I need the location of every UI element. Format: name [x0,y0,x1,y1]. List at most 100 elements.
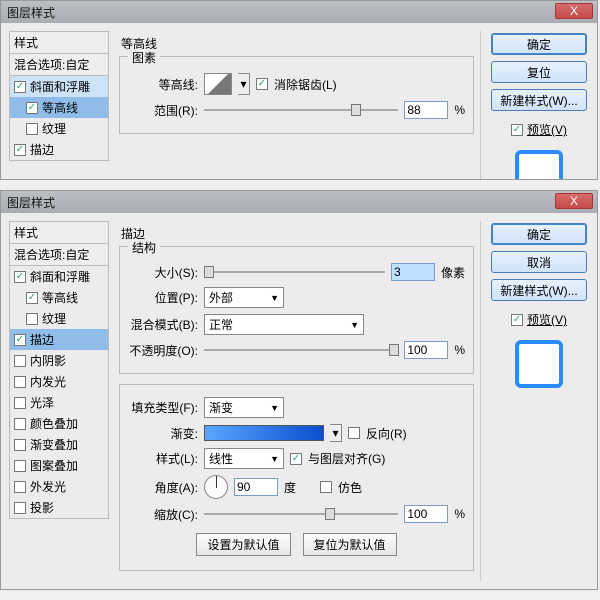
style-item[interactable]: 内发光 [10,371,108,392]
style-checkbox[interactable] [14,481,26,493]
preview-checkbox[interactable] [511,314,523,326]
size-value[interactable]: 3 [391,263,435,281]
style-item[interactable]: 等高线 [10,287,108,308]
panel-title: 等高线 [117,35,476,52]
style-item[interactable]: 光泽 [10,392,108,413]
style-checkbox[interactable] [26,123,38,135]
align-layer-checkbox[interactable] [290,453,302,465]
style-label: 等高线 [42,99,78,116]
style-checkbox[interactable] [14,144,26,156]
titlebar: 图层样式 X [1,191,597,213]
style-label: 样式(L): [128,450,198,467]
reverse-checkbox[interactable] [348,427,360,439]
gradient-swatch[interactable] [204,425,324,441]
style-label: 纹理 [42,120,66,137]
style-label: 光泽 [30,394,54,411]
style-checkbox[interactable] [14,334,26,346]
ok-button[interactable]: 确定 [491,223,587,245]
style-label: 渐变叠加 [30,436,78,453]
styles-header: 样式 [9,221,109,244]
angle-dial[interactable] [204,475,228,499]
position-label: 位置(P): [128,289,198,306]
ok-button[interactable]: 确定 [491,33,587,55]
titlebar: 图层样式 X [1,1,597,23]
opacity-value[interactable]: 100 [404,341,448,359]
elements-group: 图素 等高线: ▾ 消除锯齿(L) 范围(R): 88 % [119,56,474,134]
styles-panel: 样式 混合选项:自定 斜面和浮雕等高线纹理描边 [9,31,109,180]
style-item[interactable]: 投影 [10,497,108,518]
filltype-select[interactable]: 渐变▼ [204,397,284,418]
cancel-button[interactable]: 取消 [491,251,587,273]
style-checkbox[interactable] [14,418,26,430]
style-item[interactable]: 斜面和浮雕 [10,266,108,287]
blend-options[interactable]: 混合选项:自定 [9,54,109,76]
style-checkbox[interactable] [14,460,26,472]
style-checkbox[interactable] [26,313,38,325]
layer-style-window-top: 图层样式 X 样式 混合选项:自定 斜面和浮雕等高线纹理描边 等高线 图素 等高… [0,0,598,180]
style-item[interactable]: 渐变叠加 [10,434,108,455]
opacity-slider[interactable] [204,342,398,358]
style-item[interactable]: 纹理 [10,308,108,329]
size-label: 大小(S): [128,264,198,281]
style-checkbox[interactable] [14,81,26,93]
style-checkbox[interactable] [14,355,26,367]
styles-list: 斜面和浮雕等高线纹理描边内阴影内发光光泽颜色叠加渐变叠加图案叠加外发光投影 [9,266,109,519]
reset-button[interactable]: 复位 [491,61,587,83]
contour-label: 等高线: [128,76,198,93]
style-checkbox[interactable] [14,439,26,451]
style-item[interactable]: 斜面和浮雕 [10,76,108,97]
style-item[interactable]: 描边 [10,139,108,160]
scale-value[interactable]: 100 [404,505,448,523]
blend-options[interactable]: 混合选项:自定 [9,244,109,266]
percent-label: % [454,507,465,521]
style-item[interactable]: 描边 [10,329,108,350]
style-item[interactable]: 图案叠加 [10,455,108,476]
filltype-label: 填充类型(F): [128,399,198,416]
style-item[interactable]: 内阴影 [10,350,108,371]
style-label: 颜色叠加 [30,415,78,432]
blend-mode-select[interactable]: 正常▼ [204,314,364,335]
angle-label: 角度(A): [128,479,198,496]
style-checkbox[interactable] [26,102,38,114]
style-item[interactable]: 颜色叠加 [10,413,108,434]
contour-dropdown[interactable]: ▾ [238,73,250,95]
range-slider[interactable] [204,102,398,118]
antialias-checkbox[interactable] [256,78,268,90]
set-default-button[interactable]: 设置为默认值 [196,533,290,556]
style-label: 外发光 [30,478,66,495]
style-label: 投影 [30,499,54,516]
range-value[interactable]: 88 [404,101,448,119]
scale-slider[interactable] [204,506,398,522]
angle-value[interactable]: 90 [234,478,278,496]
style-label: 内发光 [30,373,66,390]
preview-checkbox[interactable] [511,124,523,136]
new-style-button[interactable]: 新建样式(W)... [491,89,587,111]
style-item[interactable]: 纹理 [10,118,108,139]
style-checkbox[interactable] [14,271,26,283]
style-checkbox[interactable] [14,376,26,388]
preview-swatch [515,150,563,180]
structure-group: 结构 大小(S): 3 像素 位置(P): 外部▼ 混合模式(B): 正常▼ 不… [119,246,474,374]
style-checkbox[interactable] [14,397,26,409]
size-slider[interactable] [204,264,385,280]
position-select[interactable]: 外部▼ [204,287,284,308]
style-label: 内阴影 [30,352,66,369]
style-label: 描边 [30,331,54,348]
style-item[interactable]: 外发光 [10,476,108,497]
fill-group: 填充类型(F): 渐变▼ 渐变: ▾ 反向(R) 样式(L): 线性▼ 与图层对… [119,384,474,571]
style-label: 描边 [30,141,54,158]
dither-checkbox[interactable] [320,481,332,493]
contour-swatch[interactable] [204,73,232,95]
right-panel: 确定 取消 新建样式(W)... 预览(V) [489,221,589,581]
gradient-dropdown[interactable]: ▾ [330,424,342,442]
preview-swatch [515,340,563,388]
style-item[interactable]: 等高线 [10,97,108,118]
style-checkbox[interactable] [26,292,38,304]
close-button[interactable]: X [555,193,593,209]
reset-default-button[interactable]: 复位为默认值 [303,533,397,556]
align-layer-label: 与图层对齐(G) [308,450,385,467]
style-select[interactable]: 线性▼ [204,448,284,469]
style-checkbox[interactable] [14,502,26,514]
new-style-button[interactable]: 新建样式(W)... [491,279,587,301]
close-button[interactable]: X [555,3,593,19]
